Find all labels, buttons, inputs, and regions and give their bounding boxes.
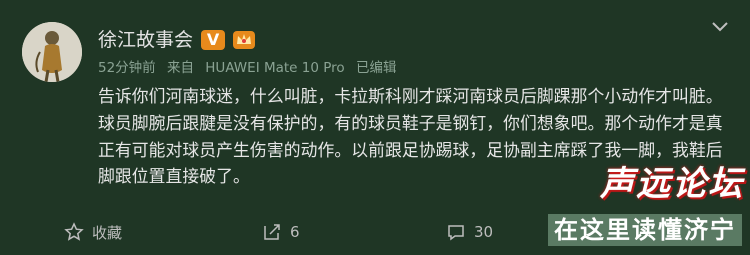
repost-icon [264, 224, 280, 240]
comment-count: 30 [474, 223, 494, 241]
watermark-top: 声远论坛 [600, 164, 744, 204]
author-avatar[interactable] [22, 22, 82, 82]
site-watermark: 声远论坛 在这里读懂济宁 [538, 160, 750, 255]
source-device[interactable]: HUAWEI Mate 10 Pro [205, 60, 344, 76]
edited-label[interactable]: 已编辑 [356, 60, 397, 76]
repost-button[interactable]: 6 [262, 214, 300, 250]
watermark-bottom: 在这里读懂济宁 [548, 214, 742, 246]
avatar-figure-icon [22, 22, 82, 82]
crown-badge-icon[interactable] [233, 29, 256, 51]
post-meta: 52分钟前 来自 HUAWEI Mate 10 Pro 已编辑 [98, 59, 403, 77]
weibo-post-card: 徐江故事会 V 52分钟前 来自 HUAWEI Mate 10 Pro 已编辑 … [0, 0, 750, 255]
comment-icon [448, 225, 464, 241]
author-row: 徐江故事会 V [98, 26, 256, 54]
repost-count: 6 [290, 223, 300, 241]
chevron-down-icon[interactable] [710, 16, 730, 36]
favorite-button[interactable]: 收藏 [64, 214, 122, 250]
verified-v-badge[interactable]: V [201, 30, 226, 50]
source-prefix: 来自 [166, 60, 194, 76]
post-time: 52分钟前 [98, 60, 156, 76]
author-name[interactable]: 徐江故事会 [98, 26, 193, 54]
star-icon [64, 222, 84, 241]
favorite-label: 收藏 [92, 223, 123, 242]
comment-button[interactable]: 30 [446, 214, 493, 250]
